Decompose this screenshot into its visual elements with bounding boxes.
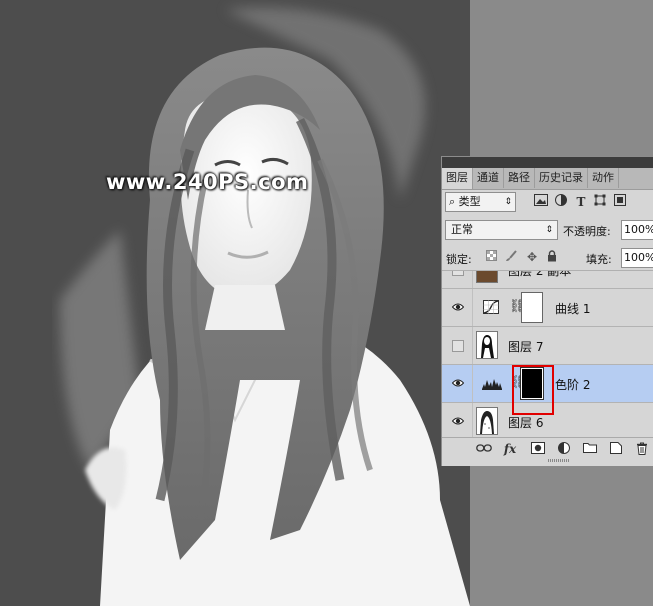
link-layers-icon[interactable]	[476, 442, 492, 456]
lock-paint-icon[interactable]	[504, 250, 518, 264]
layer-name: 图层 7	[508, 340, 544, 354]
row-separator	[472, 403, 473, 437]
new-adjustment-icon[interactable]	[556, 442, 572, 456]
levels-adjustment-icon	[482, 376, 502, 390]
layer-row-layer2-copy[interactable]: 图层 2 副本	[442, 271, 653, 289]
delete-layer-icon[interactable]	[634, 442, 650, 456]
eye-icon[interactable]	[451, 378, 465, 390]
tab-paths[interactable]: 路径	[504, 168, 535, 188]
layer-row-layer7[interactable]: 图层 7	[442, 327, 653, 365]
type-filter-icon[interactable]: T	[573, 194, 589, 210]
new-layer-icon[interactable]	[608, 442, 624, 456]
tab-layers[interactable]: 图层	[442, 168, 473, 189]
filter-kind-label: 类型	[458, 195, 481, 208]
portrait-photo	[60, 7, 470, 606]
layer-name: 色阶 2	[555, 378, 591, 392]
eye-icon[interactable]	[451, 416, 465, 428]
layer-name: 图层 6	[508, 416, 544, 430]
adjustment-filter-icon[interactable]	[553, 194, 569, 210]
annotation-highlight-box	[512, 365, 554, 415]
lock-row: 锁定: ✥ 填充: 100%	[442, 246, 653, 271]
opacity-input[interactable]: 100%	[621, 220, 653, 240]
new-group-icon[interactable]	[582, 442, 598, 456]
fill-input[interactable]: 100%	[621, 248, 653, 268]
document-canvas[interactable]: www.240PS.com	[0, 0, 470, 606]
eye-icon[interactable]	[451, 302, 465, 314]
layer-row-curves1[interactable]: ⛓ 曲线 1	[442, 289, 653, 327]
row-separator	[472, 365, 473, 402]
tab-channels[interactable]: 通道	[473, 168, 504, 188]
fill-label: 填充:	[586, 253, 612, 266]
filter-kind-select[interactable]: ⌕ 类型 ⇕	[445, 192, 516, 212]
layer-name: 曲线 1	[555, 302, 591, 316]
panel-resize-grip[interactable]	[548, 459, 570, 462]
lock-position-icon[interactable]: ✥	[525, 250, 539, 264]
smart-object-filter-icon[interactable]	[612, 194, 628, 210]
lock-all-icon[interactable]	[545, 250, 559, 264]
panel-titlebar[interactable]	[442, 157, 653, 168]
panel-tab-strip: 图层 通道 路径 历史记录 动作	[442, 168, 653, 190]
opacity-label: 不透明度:	[563, 225, 611, 238]
fx-icon[interactable]: fx	[502, 442, 518, 456]
row-separator	[472, 327, 473, 364]
layer-thumbnail	[476, 331, 498, 359]
panel-bottom-toolbar: fx	[442, 437, 653, 460]
layer-mask-thumbnail[interactable]	[521, 292, 543, 323]
filter-row: ⌕ 类型 ⇕ T	[442, 190, 653, 216]
curves-adjustment-icon	[483, 300, 499, 314]
shape-filter-icon[interactable]	[592, 194, 608, 210]
select-arrow-icon: ⇕	[504, 197, 512, 207]
blend-row: 正常 ⇕ 不透明度: 100%	[442, 218, 653, 243]
tab-history[interactable]: 历史记录	[535, 168, 588, 188]
layers-panel[interactable]: 图层 通道 路径 历史记录 动作 ⌕ 类型 ⇕ T 正常 ⇕ 不透明度: 100	[441, 156, 653, 466]
tab-actions[interactable]: 动作	[588, 168, 619, 188]
row-separator	[472, 289, 473, 326]
row-separator	[472, 271, 473, 288]
lock-label: 锁定:	[446, 253, 472, 266]
layer-thumbnail	[476, 271, 498, 283]
visibility-toggle-off[interactable]	[452, 271, 464, 276]
watermark-text: www.240PS.com	[106, 170, 309, 194]
add-mask-icon[interactable]	[530, 442, 546, 456]
visibility-toggle-off[interactable]	[452, 340, 464, 352]
layer-name: 图层 2 副本	[508, 271, 572, 278]
select-arrow-icon: ⇕	[545, 225, 553, 235]
blend-mode-value: 正常	[451, 223, 473, 236]
layer-thumbnail	[476, 407, 498, 435]
layer-list[interactable]: 图层 2 副本 ⛓ 曲线 1 图层 7 ⛓ 色阶 2 图层 6	[442, 271, 653, 437]
blend-mode-select[interactable]: 正常 ⇕	[445, 220, 558, 240]
image-filter-icon[interactable]	[533, 194, 549, 210]
search-icon: ⌕	[449, 195, 456, 208]
lock-transparency-icon[interactable]	[484, 250, 498, 264]
